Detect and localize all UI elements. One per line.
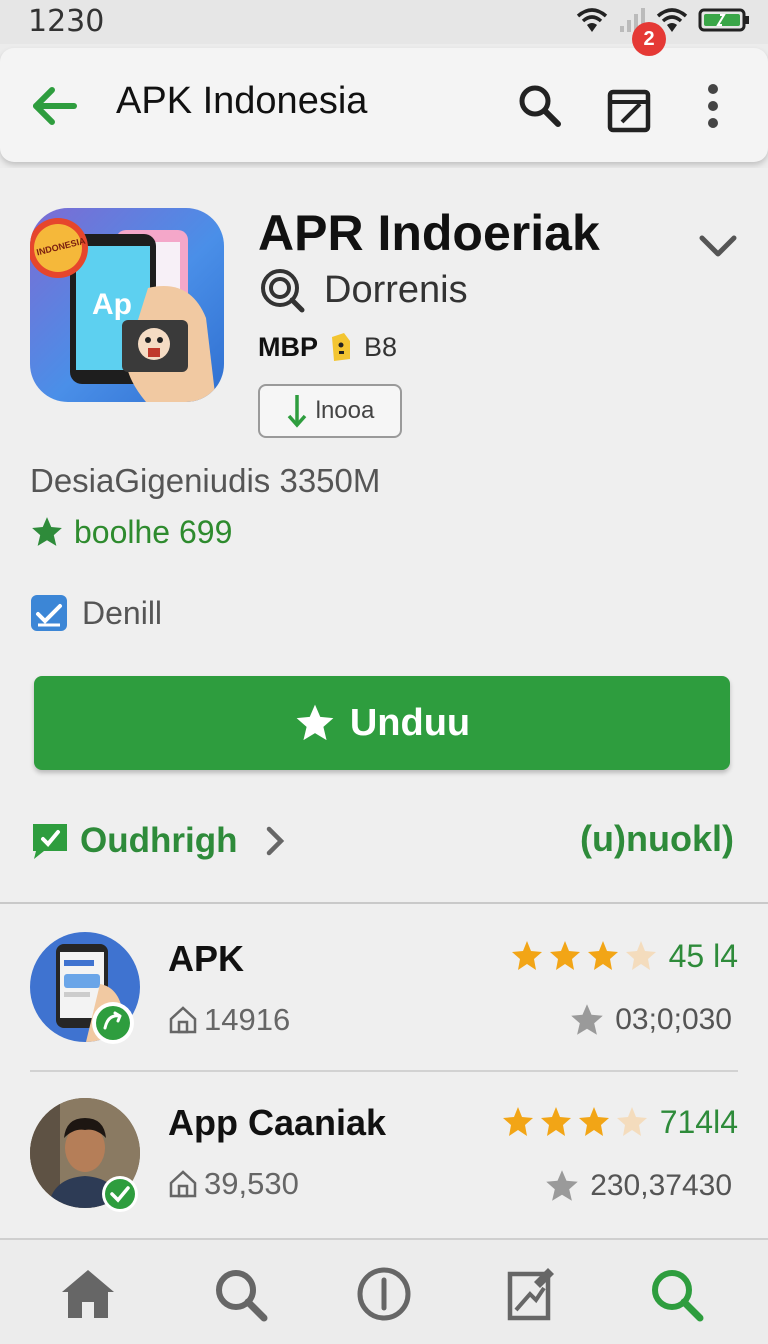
app-icon: Ap INDONESIA	[30, 208, 224, 402]
more-vert-icon[interactable]	[700, 82, 726, 130]
rating-text: boolhe 699	[74, 513, 233, 550]
battery-icon	[698, 8, 749, 32]
edit-icon[interactable]	[500, 1264, 560, 1324]
meta-label: MBP	[258, 331, 318, 362]
wifi-icon	[576, 8, 608, 32]
list-item-count: 03;0;030	[569, 1002, 732, 1038]
house-icon	[169, 1170, 197, 1198]
rating-line: boolhe 699	[30, 512, 232, 552]
star-icon	[546, 1170, 578, 1201]
download-button-label: Unduu	[349, 701, 471, 744]
search-icon[interactable]	[210, 1264, 270, 1324]
chat-icon	[33, 824, 67, 859]
search-icon[interactable]	[514, 80, 564, 130]
home-icon[interactable]	[58, 1264, 118, 1324]
list-item-sub-value: 39,530	[204, 1166, 299, 1201]
meta-value: B8	[364, 331, 398, 362]
list-item-count-value: 03;0;030	[615, 1003, 732, 1036]
app-detail-title: APR Indoeriak	[258, 205, 600, 261]
small-download-label: lnooa	[315, 397, 375, 424]
list-item-sub-value: 14916	[204, 1002, 291, 1037]
verified-badge-icon	[92, 1002, 134, 1044]
bottom-nav	[0, 1240, 768, 1344]
list-item-count-value: 230,37430	[590, 1169, 732, 1202]
info-icon[interactable]	[354, 1264, 414, 1324]
star-icon	[296, 704, 334, 741]
edit-icon[interactable]	[602, 78, 662, 138]
star-icon	[571, 1004, 603, 1035]
badge-icon	[332, 333, 350, 361]
star-icon	[32, 517, 62, 546]
checkbox-icon	[31, 595, 67, 631]
list-item-count: 230,37430	[544, 1168, 732, 1204]
divider	[30, 1070, 738, 1072]
download-button[interactable]: Unduu	[34, 676, 730, 770]
app-description: DesiaGigeniudis 3350M	[30, 462, 381, 499]
rating-stars	[502, 1106, 647, 1136]
developer-name: Dorrenis	[324, 268, 468, 311]
list-item-rating: 714l4	[500, 1104, 738, 1141]
house-icon	[169, 1006, 197, 1034]
check-label: Denill	[82, 594, 163, 631]
divider	[0, 902, 768, 904]
developer-search-icon	[261, 269, 305, 313]
verified-badge-icon	[102, 1176, 138, 1212]
developer-row[interactable]: Dorrenis	[258, 264, 468, 316]
notification-badge: 2	[632, 22, 666, 56]
page-title: APK Indonesia	[116, 80, 368, 122]
back-arrow-icon[interactable]	[26, 78, 82, 134]
list-item-sub: 14916	[168, 1002, 290, 1038]
link-left-label: Oudhrigh	[80, 821, 238, 860]
check-row[interactable]: Denill	[30, 592, 162, 634]
list-item-rating-label: 714l4	[659, 1104, 738, 1140]
app-icon-text: Ap	[92, 288, 132, 321]
rating-stars	[511, 940, 656, 970]
app-bar: APK Indonesia	[0, 48, 768, 162]
link-right[interactable]: (u)nuokl)	[580, 818, 734, 860]
search-icon[interactable]	[646, 1264, 706, 1324]
list-item-title: App Caaniak	[168, 1102, 387, 1143]
list-item-rating-label: 45 l4	[668, 938, 738, 974]
list-item-title: APK	[168, 938, 245, 979]
list-item-rating: 45 l4	[509, 938, 738, 975]
chevron-right-icon	[267, 826, 285, 856]
meta-row: MBP B8	[258, 330, 397, 364]
link-left[interactable]: Oudhrigh	[30, 818, 289, 864]
download-arrow-icon	[287, 395, 306, 428]
list-item-sub: 39,530	[168, 1166, 299, 1202]
chevron-down-icon[interactable]	[696, 226, 740, 266]
small-download-button[interactable]: lnooa	[258, 384, 402, 438]
status-time: 1230	[28, 4, 105, 39]
